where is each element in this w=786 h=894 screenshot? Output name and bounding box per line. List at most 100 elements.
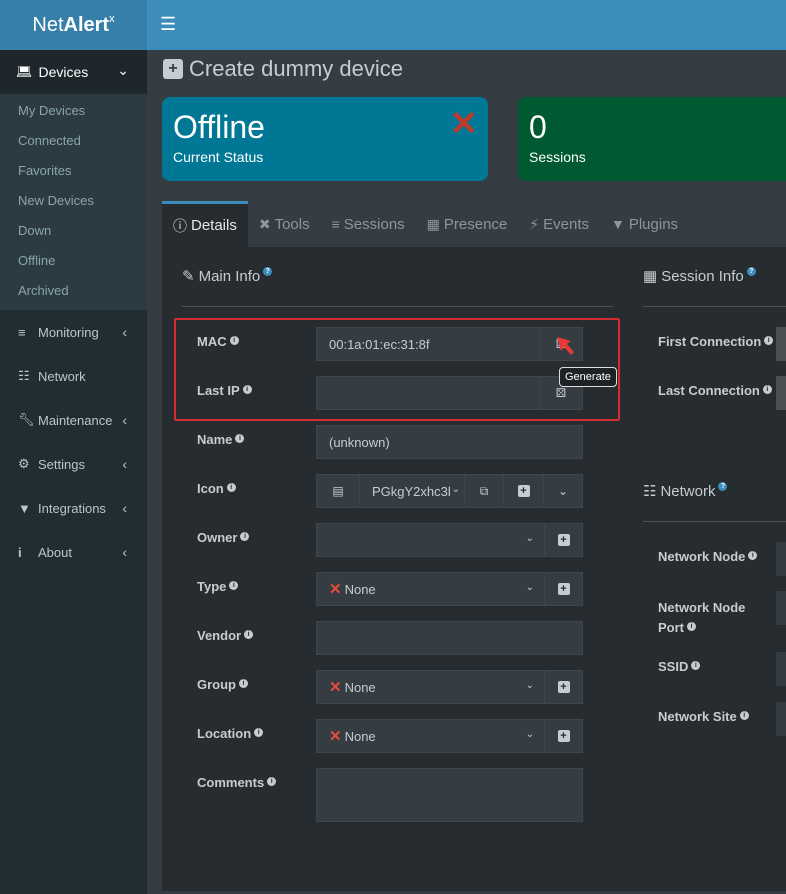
- pencil-icon: ✎: [182, 268, 195, 285]
- status-card: Offline Current Status ✕: [162, 97, 488, 181]
- add-group-button[interactable]: +: [544, 670, 583, 704]
- tab-tools[interactable]: ✖ Tools: [248, 201, 321, 247]
- divider: [643, 521, 786, 522]
- tab-events[interactable]: ⚡︎ Events: [518, 201, 600, 247]
- ssid-input[interactable]: [776, 652, 786, 686]
- x-mark-icon: ✕: [329, 728, 342, 745]
- info-icon[interactable]: i: [691, 661, 701, 670]
- info-icon[interactable]: i: [239, 679, 248, 688]
- info-icon[interactable]: i: [762, 385, 772, 394]
- help-icon[interactable]: ?: [746, 266, 756, 276]
- divider: [182, 306, 613, 307]
- cursor-arrow-icon: [557, 337, 574, 355]
- name-input[interactable]: (unknown): [316, 425, 583, 459]
- network-heading: ☷ Network ?: [643, 481, 728, 500]
- sidebar-subitem-new-devices[interactable]: New Devices: [0, 186, 147, 216]
- sidebar-item-devices[interactable]: 💻︎ Devices ⌄: [0, 50, 147, 94]
- tab-details[interactable]: ⓘ Details: [162, 201, 248, 247]
- divider: [643, 306, 786, 307]
- first-connection-input[interactable]: [776, 327, 786, 361]
- info-icon[interactable]: i: [235, 434, 245, 443]
- sidebar-item-monitoring[interactable]: ≡ Monitoring ‹: [0, 310, 147, 354]
- info-icon[interactable]: i: [764, 336, 774, 345]
- plug-icon: ▼: [18, 500, 31, 516]
- info-icon[interactable]: i: [267, 777, 277, 786]
- sidebar-item-settings[interactable]: ⚙ Settings ‹: [0, 442, 147, 486]
- owner-select[interactable]: ⌄: [316, 523, 545, 557]
- info-icon[interactable]: i: [748, 551, 758, 560]
- expand-icon-button[interactable]: ⌄: [543, 474, 583, 508]
- help-icon[interactable]: ?: [718, 481, 728, 491]
- brand-logo[interactable]: Net Alert x: [0, 0, 147, 50]
- page-title: + Create dummy device: [163, 56, 403, 82]
- plus-square-icon: +: [557, 583, 570, 595]
- network-node-port-input[interactable]: [776, 591, 786, 625]
- ordered-list-icon: ≡: [331, 216, 340, 232]
- network-node-input[interactable]: [776, 542, 786, 576]
- chevron-left-icon: ‹: [122, 456, 127, 472]
- bolt-icon: ⚡︎: [529, 215, 540, 232]
- info-icon[interactable]: i: [240, 532, 250, 541]
- icon-label: Icon i: [197, 481, 236, 496]
- info-icon[interactable]: i: [229, 336, 239, 345]
- plus-square-icon: +: [557, 681, 570, 693]
- sidebar-item-about[interactable]: i About ‹: [0, 530, 147, 574]
- add-icon-button[interactable]: +: [503, 474, 544, 508]
- network-node-port-label: Network Node Port i: [658, 600, 746, 635]
- icon-preview: ▤: [316, 474, 360, 508]
- help-icon[interactable]: ?: [263, 266, 273, 276]
- mac-input[interactable]: 00:1a:01:ec:31:8f: [316, 327, 540, 361]
- info-icon[interactable]: i: [242, 385, 252, 394]
- group-select[interactable]: ✕ None ⌄: [316, 670, 545, 704]
- tab-bar: ⓘ Details ✖ Tools ≡ Sessions ▦ Presence ⚡︎ Ev…: [162, 201, 786, 247]
- sidebar: 💻︎ Devices ⌄ My Devices Connected Favori…: [0, 50, 147, 894]
- info-icon[interactable]: i: [687, 622, 696, 631]
- chevron-down-icon: ⌄: [117, 62, 129, 78]
- add-type-button[interactable]: +: [544, 572, 583, 606]
- main-content: + Create dummy device Offline Current St…: [147, 50, 786, 894]
- tab-presence[interactable]: ▦ Presence: [416, 201, 519, 247]
- x-mark-icon: ✕: [449, 105, 479, 143]
- info-icon[interactable]: i: [229, 581, 239, 590]
- add-owner-button[interactable]: +: [544, 523, 583, 557]
- chevron-left-icon: ‹: [122, 544, 127, 560]
- comments-textarea[interactable]: [316, 768, 583, 822]
- info-icon[interactable]: i: [739, 711, 749, 720]
- sidebar-item-network[interactable]: ☷ Network: [0, 354, 147, 398]
- device-details-panel: ⓘ Details ✖ Tools ≡ Sessions ▦ Presence ⚡︎ Ev…: [162, 201, 786, 891]
- info-icon[interactable]: i: [254, 728, 264, 737]
- sidebar-subitem-archived[interactable]: Archived: [0, 276, 147, 306]
- last-ip-input[interactable]: [316, 376, 540, 410]
- sidebar-subitem-favorites[interactable]: Favorites: [0, 156, 147, 186]
- sidebar-item-maintenance[interactable]: 🔧︎ Maintenance ‹: [0, 398, 147, 442]
- vendor-input[interactable]: [316, 621, 583, 655]
- location-label: Location i: [197, 726, 264, 741]
- network-icon: ☷: [18, 368, 30, 383]
- tab-sessions[interactable]: ≡ Sessions: [321, 201, 416, 247]
- network-site-input[interactable]: [776, 702, 786, 736]
- chevron-left-icon: ‹: [122, 324, 127, 340]
- type-select[interactable]: ✕ None ⌄: [316, 572, 545, 606]
- devices-submenu: My Devices Connected Favorites New Devic…: [0, 94, 147, 310]
- chevron-down-icon: ⌄: [557, 484, 569, 498]
- sidebar-subitem-my-devices[interactable]: My Devices: [0, 96, 147, 126]
- comments-label: Comments i: [197, 775, 277, 790]
- sidebar-subitem-down[interactable]: Down: [0, 216, 147, 246]
- add-location-button[interactable]: +: [544, 719, 583, 753]
- info-icon[interactable]: i: [226, 483, 236, 492]
- gear-icon: ⚙: [18, 456, 30, 471]
- last-connection-input[interactable]: [776, 376, 786, 410]
- hamburger-icon[interactable]: ☰: [160, 14, 176, 35]
- location-select[interactable]: ✕ None ⌄: [316, 719, 545, 753]
- sidebar-subitem-offline[interactable]: Offline: [0, 246, 147, 276]
- chevron-down-icon: ⌄: [525, 582, 534, 593]
- chevron-left-icon: ‹: [122, 412, 127, 428]
- mac-label: MAC i: [197, 334, 239, 349]
- sidebar-subitem-connected[interactable]: Connected: [0, 126, 147, 156]
- copy-icon-button[interactable]: ⧉: [464, 474, 504, 508]
- sidebar-item-integrations[interactable]: ▼ Integrations ‹: [0, 486, 147, 530]
- tab-plugins[interactable]: ▼ Plugins: [600, 201, 689, 247]
- icon-select[interactable]: PGkgY2xhc3l ⌄: [359, 474, 465, 508]
- info-icon[interactable]: i: [244, 630, 254, 639]
- type-label: Type i: [197, 579, 239, 594]
